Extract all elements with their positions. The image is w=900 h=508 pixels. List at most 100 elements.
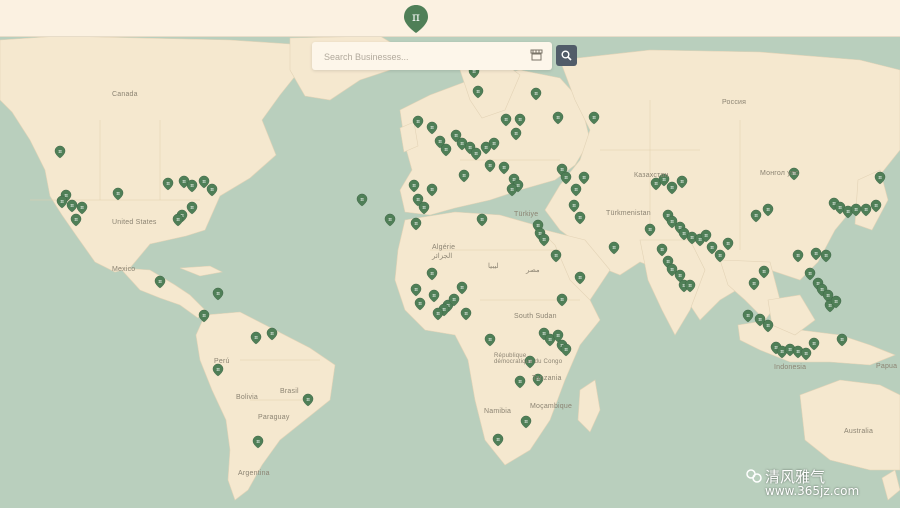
svg-text:π: π [58, 149, 62, 155]
svg-text:π: π [688, 283, 692, 289]
svg-text:π: π [462, 173, 466, 179]
svg-text:π: π [416, 197, 420, 203]
svg-text:π: π [202, 179, 206, 185]
svg-text:π: π [560, 167, 564, 173]
svg-text:π: π [414, 221, 418, 227]
svg-text:π: π [432, 293, 436, 299]
label-south-sudan: South Sudan [514, 313, 557, 320]
svg-text:π: π [360, 197, 364, 203]
svg-text:π: π [70, 203, 74, 209]
svg-text:π: π [388, 217, 392, 223]
label-drc: République démocratique du Congo [494, 353, 563, 365]
search-input[interactable] [322, 48, 526, 66]
svg-text:π: π [542, 331, 546, 337]
svg-text:π: π [766, 323, 770, 329]
svg-text:π: π [780, 349, 784, 355]
svg-text:π: π [690, 235, 694, 241]
label-indonesia: Indonesia [774, 364, 807, 371]
svg-text:π: π [746, 313, 750, 319]
svg-text:π: π [454, 133, 458, 139]
label-namibia: Namibia [484, 408, 512, 415]
svg-text:π: π [670, 219, 674, 225]
svg-text:π: π [476, 89, 480, 95]
svg-text:π: π [560, 297, 564, 303]
svg-text:π: π [710, 245, 714, 251]
svg-text:π: π [452, 297, 456, 303]
svg-text:π: π [592, 115, 596, 121]
svg-text:π: π [202, 313, 206, 319]
label-russia: Россия [722, 99, 747, 106]
svg-text:π: π [678, 273, 682, 279]
watermark: 清风雅气 www.365jz.com [745, 466, 895, 502]
label-libya: ليبيا [488, 263, 499, 270]
svg-text:π: π [216, 367, 220, 373]
svg-text:π: π [518, 117, 522, 123]
svg-text:π: π [436, 311, 440, 317]
svg-text:π: π [838, 205, 842, 211]
label-kazakhstan: Казахстан [634, 172, 669, 179]
svg-text:π: π [80, 205, 84, 211]
label-tanzania: Tanzania [532, 375, 562, 382]
svg-text:π: π [158, 279, 162, 285]
watermark-logo-icon [746, 469, 762, 483]
svg-text:π: π [754, 213, 758, 219]
label-mozambique: Moçambique [530, 403, 573, 410]
svg-text:π: π [542, 237, 546, 243]
svg-text:π: π [534, 91, 538, 97]
svg-text:π: π [654, 181, 658, 187]
svg-text:π: π [804, 351, 808, 357]
svg-text:π: π [670, 267, 674, 273]
label-turkmenistan: Türkmenistan [606, 210, 651, 217]
watermark-url: www.365jz.com [765, 484, 860, 498]
svg-text:π: π [480, 217, 484, 223]
svg-text:π: π [256, 439, 260, 445]
svg-text:π: π [416, 119, 420, 125]
svg-text:π: π [460, 285, 464, 291]
svg-text:π: π [680, 179, 684, 185]
svg-text:π: π [840, 337, 844, 343]
search-button[interactable] [556, 45, 577, 66]
svg-text:π: π [660, 247, 664, 253]
svg-text:π: π [474, 151, 478, 157]
svg-text:π: π [430, 271, 434, 277]
svg-text:π: π [190, 183, 194, 189]
svg-text:π: π [718, 253, 722, 259]
label-algeria: Algérie [432, 244, 456, 251]
svg-text:π: π [582, 175, 586, 181]
svg-text:π: π [524, 419, 528, 425]
svg-text:π: π [414, 287, 418, 293]
label-united-states: United States [112, 219, 157, 226]
svg-text:π: π [820, 287, 824, 293]
svg-text:π: π [412, 183, 416, 189]
svg-text:π: π [556, 115, 560, 121]
svg-text:π: π [846, 209, 850, 215]
pi-map-pin-icon[interactable]: π [403, 4, 429, 34]
svg-text:π: π [484, 145, 488, 151]
svg-text:π: π [834, 299, 838, 305]
label-egypt: مصر [526, 267, 540, 274]
svg-text:π: π [572, 203, 576, 209]
svg-text:π: π [518, 379, 522, 385]
svg-text:π: π [814, 251, 818, 257]
svg-text:π: π [488, 337, 492, 343]
svg-text:π: π [422, 205, 426, 211]
svg-text:π: π [854, 207, 858, 213]
storefront-icon[interactable] [530, 49, 543, 61]
label-algeria-ar: الجزائر [432, 253, 453, 260]
svg-text:π: π [216, 291, 220, 297]
svg-text:π: π [74, 217, 78, 223]
label-turkey: Türkiye [514, 211, 539, 218]
svg-text:π: π [306, 397, 310, 403]
svg-text:π: π [460, 141, 464, 147]
svg-text:π: π [670, 185, 674, 191]
label-paraguay: Paraguay [258, 414, 290, 421]
search-bar [312, 42, 552, 70]
svg-text:π: π [488, 163, 492, 169]
svg-text:π: π [752, 281, 756, 287]
label-argentina: Argentina [238, 470, 270, 477]
svg-text:π: π [762, 269, 766, 275]
svg-text:π: π [270, 331, 274, 337]
svg-text:π: π [166, 181, 170, 187]
top-bar: π [0, 0, 900, 37]
svg-text:π: π [502, 165, 506, 171]
